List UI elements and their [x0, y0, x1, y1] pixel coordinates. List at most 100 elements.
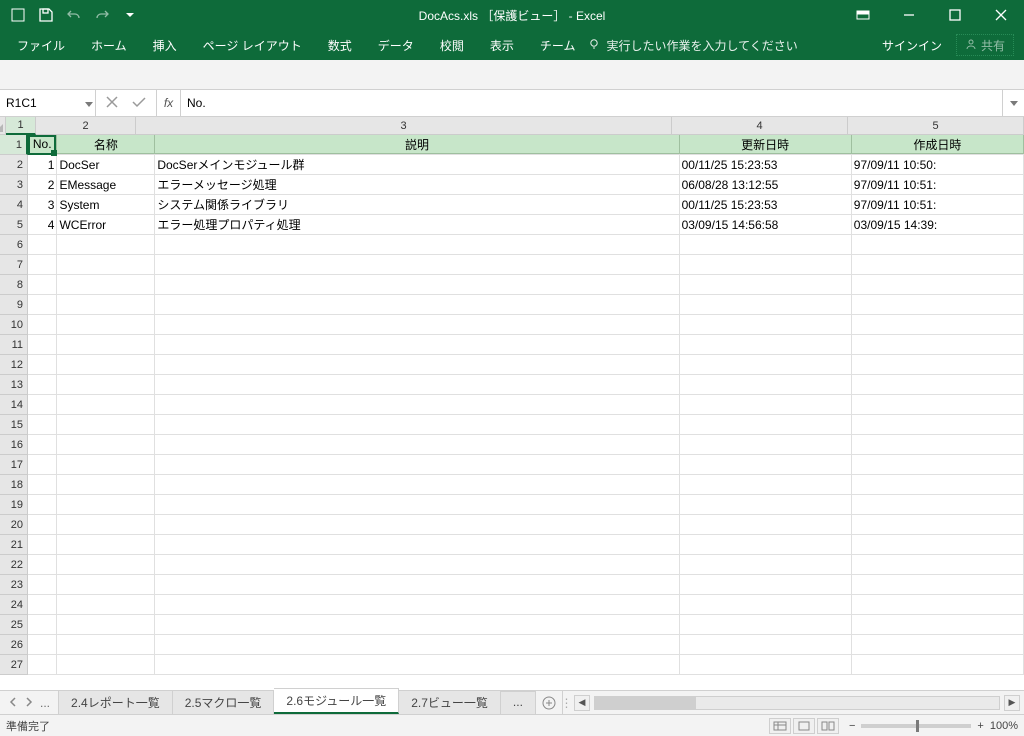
- data-cell[interactable]: [155, 435, 679, 454]
- row-header[interactable]: 7: [0, 255, 28, 275]
- data-cell[interactable]: [852, 615, 1024, 634]
- row-header[interactable]: 22: [0, 555, 28, 575]
- minimize-button[interactable]: [886, 0, 932, 30]
- data-cell[interactable]: 97/09/11 10:50:: [852, 155, 1024, 174]
- data-cell[interactable]: [852, 655, 1024, 674]
- data-cell[interactable]: [852, 595, 1024, 614]
- data-cell[interactable]: [852, 635, 1024, 654]
- data-cell[interactable]: [852, 495, 1024, 514]
- ribbon-tab[interactable]: 数式: [315, 30, 365, 60]
- data-cell[interactable]: [28, 235, 57, 254]
- data-cell[interactable]: [852, 515, 1024, 534]
- row-header[interactable]: 12: [0, 355, 28, 375]
- data-cell[interactable]: [57, 355, 155, 374]
- data-cell[interactable]: EMessage: [57, 175, 155, 194]
- data-cell[interactable]: [28, 555, 57, 574]
- column-title-cell[interactable]: No.: [28, 135, 57, 154]
- data-cell[interactable]: [680, 315, 852, 334]
- data-cell[interactable]: [680, 515, 852, 534]
- ribbon-tab[interactable]: 校閲: [427, 30, 477, 60]
- data-cell[interactable]: [57, 415, 155, 434]
- data-cell[interactable]: [28, 595, 57, 614]
- data-cell[interactable]: [57, 575, 155, 594]
- row-header[interactable]: 16: [0, 435, 28, 455]
- column-title-cell[interactable]: 更新日時: [680, 135, 852, 154]
- data-cell[interactable]: [155, 655, 679, 674]
- normal-view-icon[interactable]: [769, 718, 791, 734]
- data-cell[interactable]: [680, 435, 852, 454]
- data-cell[interactable]: [852, 395, 1024, 414]
- row-header[interactable]: 13: [0, 375, 28, 395]
- row-header[interactable]: 24: [0, 595, 28, 615]
- data-cell[interactable]: [57, 255, 155, 274]
- data-cell[interactable]: [57, 595, 155, 614]
- data-cell[interactable]: 06/08/28 13:12:55: [680, 175, 852, 194]
- data-cell[interactable]: [28, 455, 57, 474]
- data-cell[interactable]: 00/11/25 15:23:53: [680, 195, 852, 214]
- data-cell[interactable]: [28, 415, 57, 434]
- row-header[interactable]: 11: [0, 335, 28, 355]
- data-cell[interactable]: [57, 455, 155, 474]
- data-cell[interactable]: [852, 455, 1024, 474]
- row-header[interactable]: 9: [0, 295, 28, 315]
- data-cell[interactable]: [155, 495, 679, 514]
- data-cell[interactable]: [852, 295, 1024, 314]
- ribbon-tab[interactable]: データ: [365, 30, 427, 60]
- undo-icon[interactable]: [62, 3, 86, 27]
- data-cell[interactable]: [57, 635, 155, 654]
- row-header[interactable]: 21: [0, 535, 28, 555]
- data-cell[interactable]: [155, 255, 679, 274]
- row-header[interactable]: 17: [0, 455, 28, 475]
- data-cell[interactable]: [57, 375, 155, 394]
- row-header[interactable]: 3: [0, 175, 28, 195]
- data-cell[interactable]: [155, 595, 679, 614]
- enter-icon[interactable]: [132, 96, 146, 111]
- data-cell[interactable]: [680, 395, 852, 414]
- page-break-view-icon[interactable]: [817, 718, 839, 734]
- data-cell[interactable]: [28, 275, 57, 294]
- sheet-tab[interactable]: 2.5マクロ一覧: [173, 690, 275, 714]
- data-cell[interactable]: 00/11/25 15:23:53: [680, 155, 852, 174]
- data-cell[interactable]: 97/09/11 10:51:: [852, 175, 1024, 194]
- ribbon-display-icon[interactable]: [840, 0, 886, 30]
- tab-split-handle[interactable]: ⋮: [562, 691, 570, 714]
- new-sheet-button[interactable]: [536, 691, 562, 714]
- data-cell[interactable]: System: [57, 195, 155, 214]
- data-cell[interactable]: [680, 495, 852, 514]
- row-header[interactable]: 8: [0, 275, 28, 295]
- data-cell[interactable]: [155, 535, 679, 554]
- row-header[interactable]: 15: [0, 415, 28, 435]
- formula-expand-icon[interactable]: [1002, 90, 1024, 116]
- data-cell[interactable]: [680, 535, 852, 554]
- row-header[interactable]: 10: [0, 315, 28, 335]
- row-header[interactable]: 1: [0, 135, 28, 155]
- scroll-thumb[interactable]: [595, 697, 696, 709]
- data-cell[interactable]: [852, 235, 1024, 254]
- row-header[interactable]: 5: [0, 215, 28, 235]
- fx-icon[interactable]: fx: [157, 90, 181, 116]
- ribbon-tab[interactable]: 表示: [477, 30, 527, 60]
- select-all-corner[interactable]: [0, 117, 6, 135]
- ribbon-tab[interactable]: ファイル: [4, 30, 78, 60]
- sheet-prev-icon[interactable]: [8, 696, 18, 710]
- redo-icon[interactable]: [90, 3, 114, 27]
- data-cell[interactable]: 3: [28, 195, 57, 214]
- data-cell[interactable]: [155, 475, 679, 494]
- data-cell[interactable]: [680, 275, 852, 294]
- data-cell[interactable]: [680, 295, 852, 314]
- page-layout-view-icon[interactable]: [793, 718, 815, 734]
- data-cell[interactable]: 2: [28, 175, 57, 194]
- data-cell[interactable]: [852, 415, 1024, 434]
- data-cell[interactable]: [155, 415, 679, 434]
- data-cell[interactable]: [57, 315, 155, 334]
- data-cell[interactable]: [852, 315, 1024, 334]
- sheet-next-icon[interactable]: [24, 696, 34, 710]
- row-header[interactable]: 14: [0, 395, 28, 415]
- row-header[interactable]: 18: [0, 475, 28, 495]
- data-cell[interactable]: [155, 235, 679, 254]
- cancel-icon[interactable]: [106, 96, 118, 111]
- ribbon-tab[interactable]: ホーム: [78, 30, 140, 60]
- column-header[interactable]: 1: [6, 117, 36, 135]
- data-cell[interactable]: [155, 555, 679, 574]
- data-cell[interactable]: [28, 495, 57, 514]
